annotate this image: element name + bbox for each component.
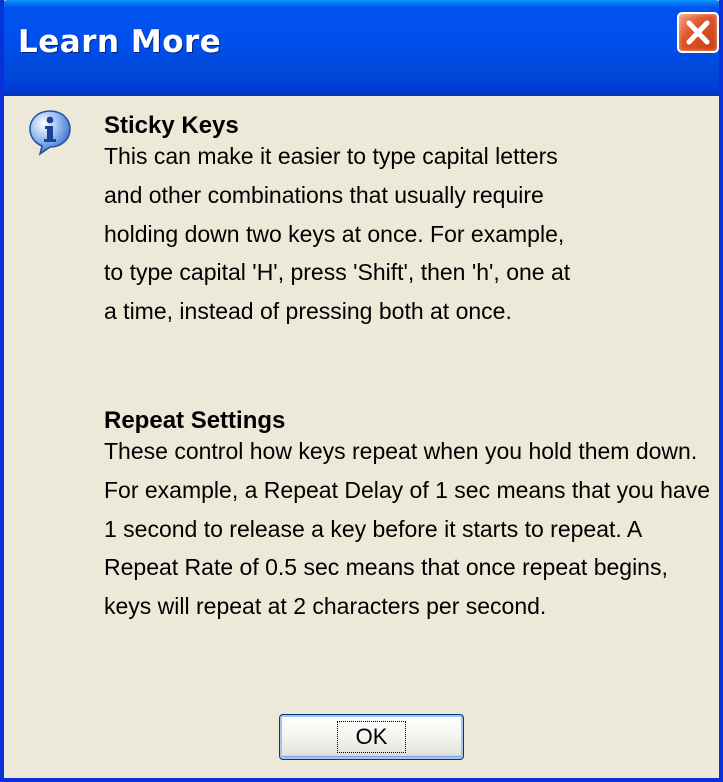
sticky-keys-heading: Sticky Keys [104,112,239,139]
window-title: Learn More [18,24,222,60]
dialog-content: Sticky Keys This can make it easier to t… [4,96,719,778]
close-icon [686,20,710,45]
sticky-keys-description: This can make it easier to type capital … [104,143,571,325]
learn-more-dialog: Learn More Sticky Keys This can make it … [0,0,723,782]
title-bar[interactable]: Learn More [4,0,719,96]
repeat-settings-heading: Repeat Settings [104,407,286,434]
ok-button[interactable]: OK [279,714,464,760]
close-button[interactable] [677,12,719,53]
info-icon [29,110,71,156]
repeat-settings-description: These control how keys repeat when you h… [104,438,710,620]
ok-button-label: OK [336,721,407,753]
